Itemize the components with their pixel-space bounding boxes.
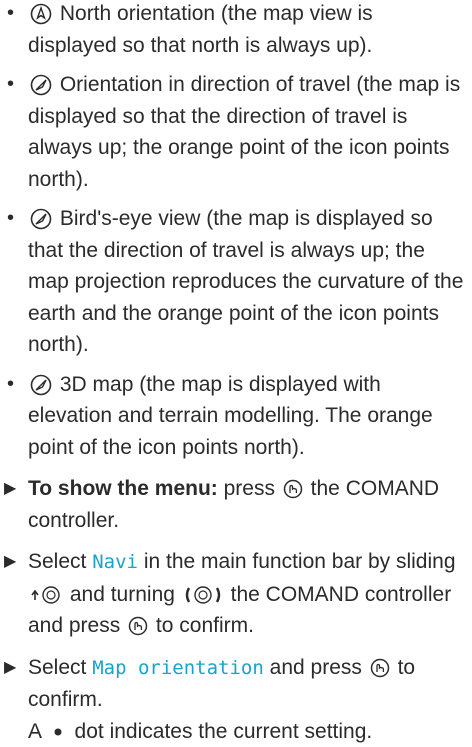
- step-select-navi: ▶ Select Navi in the main function bar b…: [0, 546, 472, 642]
- compass-icon: [30, 208, 52, 230]
- compass-icon: [30, 74, 52, 96]
- selection-dot-icon: [49, 726, 67, 738]
- slide-up-controller-icon: [30, 585, 62, 605]
- step-text: press: [224, 477, 275, 500]
- north-orientation-icon: [30, 3, 52, 25]
- step-select-map-orientation: ▶ Select Map orientation and press to co…: [0, 652, 472, 747]
- press-controller-icon: [370, 658, 390, 678]
- bullet-text: Orientation in direction of travel (the …: [28, 73, 460, 191]
- bullet-text: North orientation (the map view is displ…: [28, 2, 373, 57]
- step-text: and press: [270, 656, 362, 679]
- bullet-north-orientation: • North orientation (the map view is dis…: [0, 0, 472, 61]
- manual-page: • North orientation (the map view is dis…: [0, 0, 472, 710]
- bullet-dot: •: [7, 69, 14, 101]
- menu-term-navi: Navi: [92, 551, 138, 573]
- bullet-dot: •: [7, 203, 14, 235]
- bullet-text: Bird's-eye view (the map is displayed so…: [28, 207, 463, 356]
- bullet-text: 3D map (the map is displayed with elevat…: [28, 373, 433, 459]
- press-controller-icon: [128, 616, 148, 636]
- step-text: in the main function bar by sliding: [144, 550, 456, 573]
- step-label: To show the menu:: [28, 477, 218, 500]
- step-arrow-icon: ▶: [4, 652, 16, 684]
- step-arrow-icon: ▶: [4, 546, 16, 578]
- orientation-options-list: • North orientation (the map view is dis…: [0, 0, 472, 463]
- bullet-direction-of-travel: • Orientation in direction of travel (th…: [0, 69, 472, 195]
- bullet-3d-map: • 3D map (the map is displayed with elev…: [0, 369, 472, 464]
- bullet-dot: •: [7, 0, 14, 30]
- step-text: Select: [28, 656, 86, 679]
- step-text: to confirm.: [156, 614, 254, 637]
- step-text: Select: [28, 550, 86, 573]
- menu-term-map-orientation: Map orientation: [92, 657, 264, 679]
- step-show-menu: ▶ To show the menu: press the COMAND con…: [0, 473, 472, 536]
- press-controller-icon: [283, 479, 303, 499]
- note-text: dot indicates the current setting.: [75, 720, 373, 743]
- step-arrow-icon: ▶: [4, 473, 16, 505]
- step-text: and turning: [70, 583, 175, 606]
- bullet-birds-eye-view: • Bird's-eye view (the map is displayed …: [0, 203, 472, 361]
- compass-icon: [30, 374, 52, 396]
- note-text: A: [28, 720, 41, 743]
- bullet-dot: •: [7, 369, 14, 401]
- turn-controller-icon: [183, 584, 223, 606]
- current-setting-note: A dot indicates the current setting.: [28, 716, 466, 747]
